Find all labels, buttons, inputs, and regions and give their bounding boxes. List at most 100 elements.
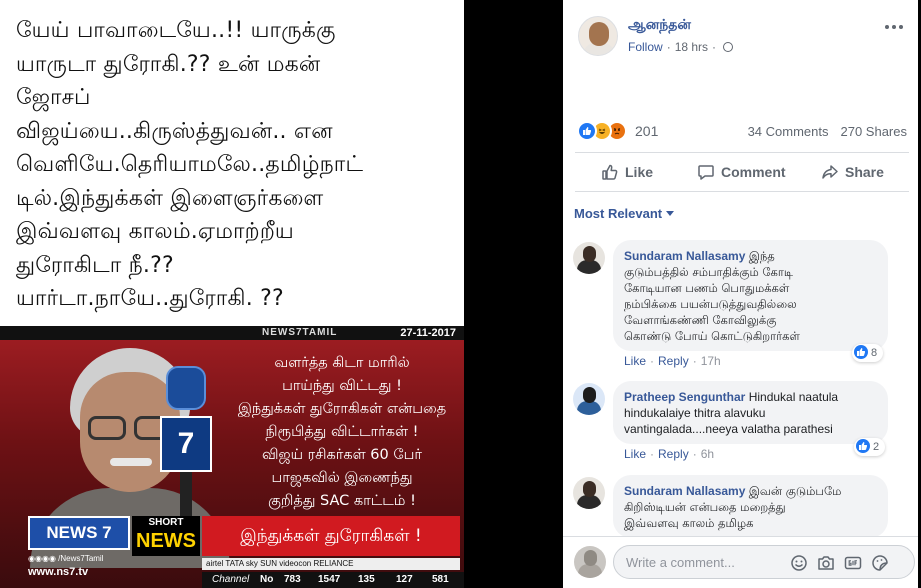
comment-text: நம்பிக்கை பயன்படுத்துவதில்லை (624, 297, 797, 311)
commenter-name[interactable]: Sundaram Nallasamy (624, 484, 745, 498)
like-button[interactable]: Like (601, 153, 653, 191)
comment-reaction-count: 2 (873, 441, 880, 453)
channel-number: 135 (358, 574, 375, 585)
thumbs-up-icon (601, 157, 619, 195)
news-headline: இந்துக்கள் துரோகிகள் ! (202, 516, 460, 556)
comment-icon (697, 157, 715, 195)
emoji-icon[interactable] (790, 554, 808, 572)
comment-reactions[interactable]: 8 (852, 344, 884, 362)
comment-time[interactable]: 17h (701, 354, 721, 368)
caret-down-icon (666, 211, 675, 216)
comment-item: Pratheep Sengunthar Hindukal naatula hin… (573, 381, 891, 465)
news-quote: வளர்த்த கிடா மாரில் பாய்ந்து விட்டது ! இ… (224, 352, 460, 513)
quote-line: குறித்து SAC காட்டம் ! (268, 493, 416, 509)
comment-time[interactable]: 6h (701, 447, 714, 461)
photo-text-line: யேய் பாவாடையே..!! யாருக்கு (16, 18, 336, 43)
share-arrow-icon (821, 157, 839, 195)
post-header: ஆனந்தன் Follow · 18 hrs · (563, 0, 921, 64)
comment-actions: Like · Reply · 17h (624, 354, 721, 368)
reaction-icons[interactable] (577, 121, 637, 141)
comment-sort-dropdown[interactable]: Most Relevant (574, 206, 675, 221)
like-label: Like (625, 164, 654, 180)
microphone-icon: 7 (160, 366, 212, 532)
sticker-icon[interactable] (871, 554, 889, 572)
post-details-panel: ஆனந்தன் Follow · 18 hrs · 201 34 Comment… (563, 0, 921, 588)
comments-count[interactable]: 34 Comments (748, 124, 829, 139)
comment-text: இந்த (748, 249, 775, 263)
channel-numbers-bar: Channel No 783 1547 135 127 581 (202, 572, 464, 588)
post-meta: Follow · 18 hrs · (628, 40, 734, 54)
comment-text: இவ்வளவு காலம் தமிழக (624, 516, 754, 530)
comment-like-link[interactable]: Like (624, 447, 646, 461)
quote-line: விஜய் ரசிகர்கள் 60 பேர் (261, 447, 423, 463)
news-website: www.ns7.tv (28, 566, 89, 578)
photo-text-line: துரோகிடா நீ.?? (16, 252, 174, 278)
photo-text-line: யாருடா துரோகி.?? உன் மகன் (16, 51, 321, 77)
comment-actions: Like · Reply · 6h (624, 447, 715, 461)
comment-text: கோடியான பணம் பொதுமக்கள் (624, 281, 790, 295)
operator-ticker: airtel TATA sky SUN videocon RELIANCE (202, 558, 460, 570)
photo-text-line: விஜய்யை..கிருஸ்த்துவன்.. என (16, 118, 333, 144)
channel-number: 783 (284, 574, 301, 585)
comment-input[interactable]: Write a comment... (613, 545, 915, 579)
comment-input-placeholder: Write a comment... (626, 555, 735, 570)
comment-item: Sundaram Nallasamy இவன் குடும்பமே கிறிஸ்… (573, 475, 891, 537)
news-top-brand: NEWS7TAMIL (262, 327, 338, 338)
channel-number: 1547 (318, 574, 341, 585)
mic-logo: 7 (160, 416, 212, 472)
commenter-name[interactable]: Sundaram Nallasamy (624, 249, 745, 263)
share-button[interactable]: Share (821, 153, 884, 191)
commenter-name[interactable]: Pratheep Sengunthar (624, 390, 745, 404)
comment-bubble: Sundaram Nallasamy இவன் குடும்பமே கிறிஸ்… (613, 475, 888, 537)
comment-text: குடும்பத்தில் சம்பாதிக்கும் கோடி (624, 265, 794, 279)
comment-text: Hindukal naatula (748, 390, 839, 404)
post-time[interactable]: 18 hrs (675, 40, 708, 54)
comment-reactions[interactable]: 2 (854, 438, 886, 456)
news7-logo: NEWS 7 (28, 516, 130, 550)
post-photo[interactable]: யேய் பாவாடையே..!! யாருக்கு யாருடா துரோகி… (0, 0, 464, 588)
comment-bubble: Pratheep Sengunthar Hindukal naatula hin… (613, 381, 888, 444)
reaction-count[interactable]: 201 (635, 123, 658, 139)
news-top-bar: NEWS7TAMIL 27-11-2017 (0, 326, 464, 340)
shares-count[interactable]: 270 Shares (841, 124, 908, 139)
gif-icon[interactable] (844, 554, 862, 572)
short-news-badge: SHORT NEWS (132, 516, 200, 556)
like-reaction-icon (854, 345, 868, 359)
photo-text-line: இவ்வளவு காலம்.ஏமாற்றீய (16, 219, 294, 244)
comment-text: vantingalada....neeya valatha parathesi (624, 422, 833, 436)
channel-number: 581 (432, 574, 449, 585)
camera-icon[interactable] (817, 554, 835, 572)
news-lower-third: NEWS 7 SHORT NEWS இந்துக்கள் துரோகிகள் !… (0, 512, 464, 578)
photo-text-line: டில்.இந்துக்கள் இளைஞர்களை (16, 185, 324, 211)
commenter-avatar[interactable] (573, 477, 605, 509)
comment-button[interactable]: Comment (697, 153, 786, 191)
photo-text-line: யார்டா.நாயே..துரோகி. ?? (16, 286, 284, 311)
like-reaction-icon (577, 121, 597, 141)
comment-reply-link[interactable]: Reply (658, 354, 689, 368)
follow-link[interactable]: Follow (628, 40, 663, 54)
post-action-bar: Like Comment Share (575, 152, 909, 192)
author-avatar[interactable] (578, 16, 618, 56)
commenter-avatar[interactable] (573, 383, 605, 415)
quote-line: நிரூபித்து விட்டார்கள் ! (265, 424, 419, 440)
meta-separator: · (666, 40, 671, 54)
comment-like-link[interactable]: Like (624, 354, 646, 368)
author-name[interactable]: ஆனந்தன் (628, 17, 691, 35)
comment-label: Comment (721, 164, 786, 180)
comment-composer: Write a comment... (563, 536, 921, 588)
comment-item: Sundaram Nallasamy இந்த குடும்பத்தில் சம… (573, 240, 891, 370)
news-social-handles: ◉◉◉◉ /News7Tamil (28, 554, 104, 563)
comment-reaction-count: 8 (871, 347, 878, 359)
quote-line: பாய்ந்து விட்டது ! (282, 378, 402, 394)
channel-number: 127 (396, 574, 413, 585)
more-options-icon[interactable] (883, 22, 905, 32)
news-graphic: NEWS7TAMIL 27-11-2017 7 வளர்த்த கிடா மார… (0, 326, 464, 588)
globe-icon (723, 42, 734, 52)
commenter-avatar[interactable] (573, 242, 605, 274)
like-reaction-icon (856, 439, 870, 453)
comment-sort-label: Most Relevant (574, 206, 663, 221)
reactions-summary: 201 34 Comments 270 Shares (563, 116, 921, 146)
comment-text: கிறிஸ்டியன் என்பதை மறைத்து (624, 500, 786, 514)
comment-reply-link[interactable]: Reply (658, 447, 689, 461)
quote-line: பாஜகவில் இணைந்து (271, 470, 413, 486)
